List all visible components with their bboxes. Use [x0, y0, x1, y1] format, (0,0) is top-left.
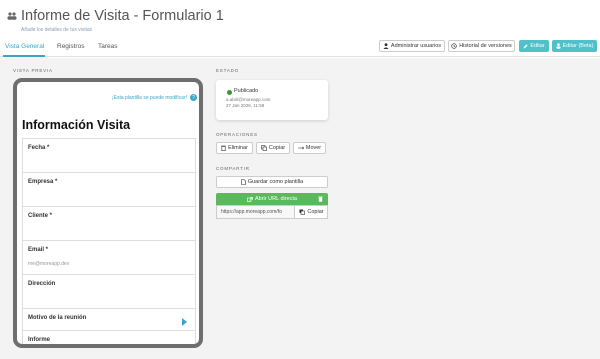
page-header: Informe de Visita - Formulario 1 Añade l… [0, 0, 600, 40]
save-as-template-button[interactable]: Guardar como plantilla [216, 176, 328, 188]
external-link-icon [247, 196, 253, 202]
status-email: a.abril@moreapp.com [226, 97, 271, 102]
form-preview-phone: ¡Esta plantilla se puede modificar! ? In… [13, 78, 203, 348]
tab-registros[interactable]: Registros [57, 43, 84, 50]
field-direccion[interactable]: Dirección [22, 275, 196, 309]
save-as-template-label: Guardar como plantilla [247, 179, 304, 185]
move-button[interactable]: Mover [293, 142, 326, 154]
tab-tareas[interactable]: Tareas [98, 43, 118, 50]
history-icon [451, 43, 457, 49]
copy-icon [299, 209, 306, 215]
direct-url-input[interactable]: https://app.moreapp.com/fo [217, 206, 295, 218]
copy-url-button[interactable]: Copiar [296, 206, 327, 218]
admin-users-button[interactable]: Administrar usuarios [379, 40, 445, 52]
trash-icon [221, 145, 226, 151]
delete-url-icon[interactable] [318, 196, 323, 202]
field-label: Empresa * [28, 179, 58, 185]
active-tab-indicator [3, 55, 45, 57]
tab-bar: Vista General Registros Tareas Administr… [0, 40, 600, 57]
edit-beta-label: Editar (Beta) [562, 43, 594, 49]
field-email[interactable]: Email * me@moreapp.dev [22, 241, 196, 275]
field-label: Informe [28, 337, 51, 343]
copy-button[interactable]: Copiar [256, 142, 290, 154]
edit-beta-button[interactable]: Editar (Beta) [552, 40, 597, 52]
published-dot-icon [227, 90, 232, 95]
share-section-label: COMPARTIR [216, 166, 250, 171]
user-icon [383, 43, 389, 49]
delete-label: Eliminar [228, 145, 248, 151]
edit-button[interactable]: Editar [519, 40, 549, 52]
field-label: Motivo de la reunión [28, 315, 87, 321]
status-section-label: ESTADO [216, 68, 239, 73]
tab-vista-general[interactable]: Vista General [5, 43, 44, 50]
version-history-label: Historial de versiones [459, 43, 512, 49]
move-icon [298, 146, 304, 150]
direct-url-row: https://app.moreapp.com/fo Copiar [216, 205, 328, 219]
operations-section-label: OPERACIONES [216, 132, 258, 137]
preview-section-label: VISTA PREVIA [13, 68, 53, 73]
page-subtitle[interactable]: Añade los detalles de tus visitas [21, 27, 92, 33]
delete-button[interactable]: Eliminar [216, 142, 253, 154]
form-users-icon [7, 12, 17, 20]
file-icon [241, 179, 246, 185]
field-value: me@moreapp.dev [28, 261, 70, 267]
copy-icon [261, 145, 267, 151]
field-label: Email * [28, 247, 49, 253]
page-title: Informe de Visita - Formulario 1 [21, 8, 224, 24]
status-card: Publicado a.abril@moreapp.com 27 Jan 202… [216, 80, 328, 120]
field-fecha[interactable]: Fecha * [22, 139, 196, 173]
field-label: Fecha * [28, 145, 50, 151]
user-edit-icon [556, 43, 561, 49]
move-label: Mover [305, 145, 322, 151]
field-cliente[interactable]: Cliente * [22, 207, 196, 241]
open-direct-url-label: Abrir URL directa [255, 196, 297, 202]
field-empresa[interactable]: Empresa * [22, 173, 196, 207]
field-motivo[interactable]: Motivo de la reunión [22, 309, 196, 331]
admin-users-label: Administrar usuarios [390, 43, 442, 49]
field-label: Cliente * [28, 213, 53, 219]
pencil-icon [523, 43, 528, 48]
version-history-button[interactable]: Historial de versiones [448, 40, 515, 52]
form-fields: Fecha * Empresa * Cliente * Email * me@m… [22, 138, 196, 344]
form-title: Información Visita [22, 118, 131, 132]
copy-label: Copiar [268, 145, 286, 151]
open-direct-url-button[interactable]: Abrir URL directa [216, 193, 328, 205]
template-editable-link[interactable]: ¡Esta plantilla se puede modificar! [112, 95, 187, 101]
edit-label: Editar [530, 43, 545, 49]
play-arrow-icon[interactable] [182, 318, 187, 326]
field-label: Dirección [28, 281, 56, 287]
status-state: Publicado [234, 88, 259, 94]
help-icon[interactable]: ? [190, 94, 197, 101]
field-informe[interactable]: Informe [22, 331, 196, 344]
status-date: 27 Jan 2026, 11:58 [226, 103, 265, 108]
copy-url-label: Copiar [307, 209, 324, 215]
